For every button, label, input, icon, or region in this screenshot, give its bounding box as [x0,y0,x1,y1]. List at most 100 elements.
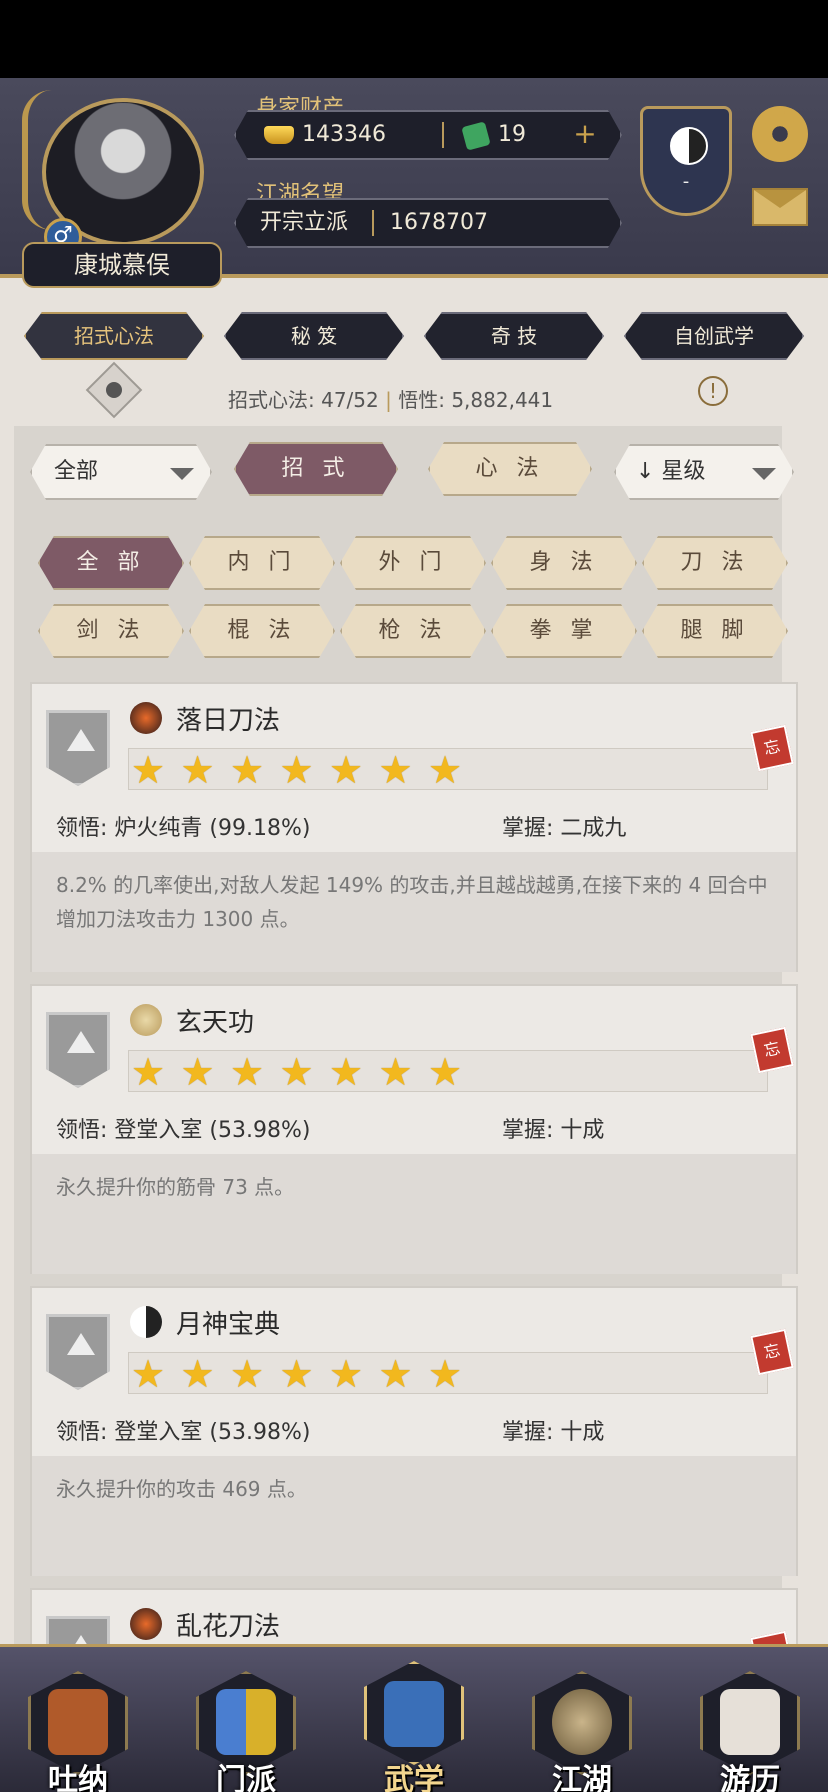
wing-icon [130,1004,162,1036]
skill-description: 8.2% 的几率使出,对敌人发起 149% 的攻击,并且越战越勇,在接下来的 4… [56,873,768,931]
sort-value: 星级 [661,459,706,484]
forget-tag[interactable]: 忘 [750,1328,794,1376]
tab-moves-methods[interactable]: 招式心法 [24,312,204,360]
tab-secret-books[interactable]: 秘 笈 [224,312,404,360]
blade-icon [130,1608,162,1640]
reputation-title: 开宗立派 [260,210,349,235]
add-currency-button[interactable]: + [570,120,600,150]
filter-moves[interactable]: 招 式 [234,442,398,496]
nav-meditate[interactable]: 吐纳 [18,1671,138,1792]
skill-name: 乱花刀法 [176,1612,281,1642]
straw-hat-icon [552,1689,612,1755]
tab-special-skills[interactable]: 奇 技 [424,312,604,360]
yin-yang-icon [130,1306,162,1338]
reputation-value: 1678707 [390,210,488,235]
nav-sect[interactable]: 门派 [186,1671,306,1792]
star-rating: ★ ★ ★ ★ ★ ★ ★ [128,1352,768,1394]
monk-icon [48,1689,108,1755]
jade-amount: 19 [498,122,526,147]
skill-name: 月神宝典 [176,1310,281,1340]
category-chip[interactable]: 内 门 [189,536,335,590]
mastery: 掌握: 十成 [502,1420,605,1445]
star-icon: ★ [180,1352,215,1396]
mastery: 掌握: 十成 [502,1118,605,1143]
currency-bar: 143346 19 + [234,110,622,160]
upgrade-arrow-icon[interactable] [46,1314,110,1390]
star-icon: ★ [279,1352,314,1396]
nav-jianghu[interactable]: 江湖 [522,1671,642,1792]
insight-value: 5,882,441 [451,388,554,412]
mastery: 掌握: 二成九 [502,816,627,841]
gear-icon[interactable] [752,106,808,162]
horse-icon [720,1689,780,1755]
scope-value: 全部 [54,459,99,484]
eye-icon[interactable] [85,361,143,419]
star-icon: ★ [329,1050,364,1094]
category-chip[interactable]: 全 部 [38,536,184,590]
chevron-down-icon [170,468,194,480]
category-chip[interactable]: 外 门 [340,536,486,590]
nav-label: 江湖 [552,1763,612,1792]
star-icon: ★ [329,748,364,792]
upgrade-arrow-icon[interactable] [46,710,110,786]
skill-card[interactable]: 月神宝典 ★ ★ ★ ★ ★ ★ ★ 忘领悟: 登堂入室 (53.98%) 掌握: 十成 永久提升你… [30,1286,798,1576]
star-icon: ★ [279,1050,314,1094]
skill-name: 落日刀法 [176,706,281,736]
moves-label: 招式心法: [228,388,315,412]
star-icon: ★ [428,748,463,792]
nav-label: 武学 [384,1763,444,1792]
comprehension: 领悟: 登堂入室 (53.98%) [56,1420,311,1445]
stats-line: 招式心法: 47/52 | 悟性: 5,882,441 [228,388,554,412]
star-icon: ★ [230,748,265,792]
avatar-frame[interactable]: ♂ [22,90,212,256]
star-icon: ★ [131,748,166,792]
comprehension: 领悟: 登堂入室 (53.98%) [56,1118,311,1143]
forget-tag[interactable]: 忘 [750,1026,794,1074]
moves-value: 47/52 [321,388,379,412]
star-icon: ★ [428,1352,463,1396]
category-chip[interactable]: 拳 掌 [491,604,637,658]
gold-ingot-icon [264,126,294,144]
scroll-book-icon [384,1681,444,1747]
category-chip[interactable]: 刀 法 [642,536,788,590]
skill-card[interactable]: 落日刀法 ★ ★ ★ ★ ★ ★ ★ 忘领悟: 炉火纯青 (99.18%) 掌握: 二成九 8.2%… [30,682,798,972]
filter-mind[interactable]: 心 法 [428,442,592,496]
info-icon[interactable]: ! [698,376,728,406]
profile-header: ♂ 康城慕俣 身家财产 143346 19 + 江湖名望 开宗立派 167870… [0,78,828,288]
star-icon: ★ [329,1352,364,1396]
forget-tag[interactable]: 忘 [750,724,794,772]
nav-travel[interactable]: 游历 [690,1671,810,1792]
category-chip[interactable]: 腿 脚 [642,604,788,658]
blade-icon [130,702,162,734]
divider [442,122,444,148]
tab-custom-martial[interactable]: 自创武学 [624,312,804,360]
bottom-nav: 吐纳 门派 武学 江湖 游历 [0,1644,828,1792]
category-chip[interactable]: 棍 法 [189,604,335,658]
star-icon: ★ [279,748,314,792]
sect-flags-icon [216,1689,276,1755]
star-rating: ★ ★ ★ ★ ★ ★ ★ [128,1050,768,1092]
scope-dropdown[interactable]: 全部 [30,444,212,500]
upgrade-arrow-icon[interactable] [46,1012,110,1088]
nav-label: 游历 [720,1763,780,1792]
sect-badge[interactable]: - [640,106,732,216]
chevron-down-icon [752,468,776,480]
category-chip[interactable]: 身 法 [491,536,637,590]
skill-card[interactable]: 玄天功 ★ ★ ★ ★ ★ ★ ★ 忘领悟: 登堂入室 (53.98%) 掌握: 十成 永久提升你的… [30,984,798,1274]
skill-name: 玄天功 [176,1008,255,1038]
mail-icon[interactable] [752,188,808,226]
category-chip[interactable]: 剑 法 [38,604,184,658]
star-icon: ★ [230,1050,265,1094]
nav-martial[interactable]: 武学 [354,1661,474,1792]
category-chip[interactable]: 枪 法 [340,604,486,658]
player-name: 康城慕俣 [22,242,222,288]
star-icon: ★ [180,748,215,792]
comprehension: 领悟: 炉火纯青 (99.18%) [56,816,311,841]
insight-label: 悟性: [398,388,445,412]
section-tabs: 招式心法 秘 笈 奇 技 自创武学 [0,312,828,362]
gold-amount: 143346 [302,122,386,147]
sort-arrow-icon: ↓ [636,459,655,484]
sort-dropdown[interactable]: ↓ 星级 [614,444,794,500]
jade-icon [461,121,490,150]
nav-label: 吐纳 [48,1763,108,1792]
